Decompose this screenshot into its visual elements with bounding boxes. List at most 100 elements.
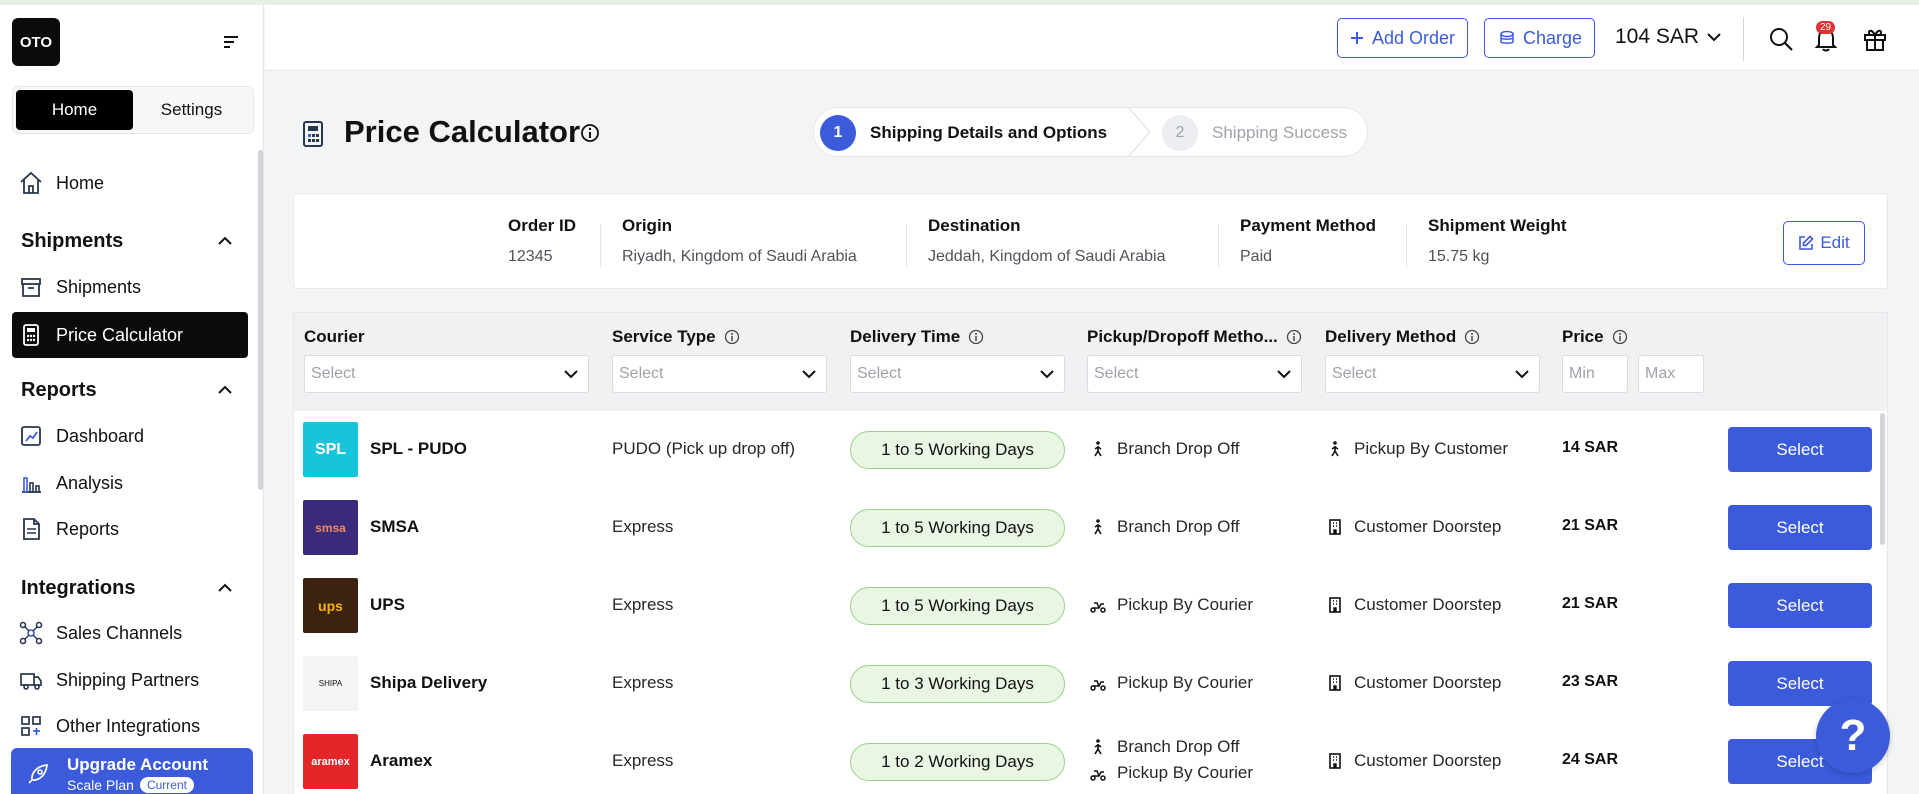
- walking-person-icon: [1331, 441, 1339, 457]
- sidebar-item-label: Dashboard: [56, 425, 145, 446]
- oto-logo[interactable]: OTO: [12, 18, 60, 66]
- progress-stepper: 1 Shipping Details and Options 2 Shippin…: [813, 107, 1368, 157]
- building-icon: [1329, 753, 1341, 769]
- step-shipping-success[interactable]: 2 Shipping Success: [1162, 115, 1347, 151]
- sidebar-item-shipping-partners[interactable]: Shipping Partners: [12, 660, 248, 700]
- home-settings-switch: Home Settings: [12, 86, 254, 134]
- service-type: Express: [612, 673, 674, 692]
- home-icon: [20, 171, 42, 194]
- column-header-delivery-time: Delivery Time: [850, 327, 984, 347]
- tab-home[interactable]: Home: [16, 90, 133, 130]
- service-type: PUDO (Pick up drop off): [612, 439, 795, 458]
- section-title: Integrations: [21, 576, 136, 599]
- sidebar-item-label: Analysis: [56, 472, 124, 493]
- network-icon: [19, 621, 43, 645]
- courier-rates-table: Courier Service Type Delivery Time Picku…: [293, 312, 1888, 794]
- upgrade-account-button[interactable]: Upgrade Account Scale Plan Current: [11, 748, 253, 794]
- sidebar-item-label: Shipments: [56, 276, 142, 297]
- service-type: Express: [612, 751, 674, 770]
- coins-icon: [1500, 30, 1514, 44]
- field-label: Origin: [622, 216, 673, 235]
- column-header-price: Price: [1562, 327, 1628, 347]
- sidebar-item-other-integrations[interactable]: Other Integrations: [12, 706, 248, 746]
- delivery-method: Customer Doorstep: [1326, 673, 1501, 693]
- sidebar-item-home[interactable]: Home: [12, 163, 248, 203]
- info-icon[interactable]: [1286, 329, 1302, 345]
- sidebar-item-sales-channels[interactable]: Sales Channels: [12, 613, 248, 653]
- delivery-time-badge: 1 to 5 Working Days: [850, 587, 1065, 625]
- select-placeholder: Select: [1332, 365, 1377, 382]
- walking-person-icon: [1094, 739, 1102, 755]
- price-max-input[interactable]: [1638, 355, 1704, 393]
- price-value: 21 SAR: [1562, 517, 1619, 534]
- sidebar-item-price-calculator[interactable]: Price Calculator: [12, 312, 248, 358]
- wallet-balance-dropdown[interactable]: 104 SAR: [1615, 25, 1721, 49]
- chevron-down-icon: [564, 369, 578, 378]
- field-label: Order ID: [508, 216, 577, 235]
- edit-button[interactable]: Edit: [1783, 221, 1865, 265]
- search-icon[interactable]: [1767, 25, 1795, 53]
- step-shipping-details[interactable]: 1 Shipping Details and Options: [820, 115, 1107, 151]
- upgrade-title: Upgrade Account: [67, 755, 209, 774]
- delivery-method: Customer Doorstep: [1326, 517, 1501, 537]
- section-reports[interactable]: Reports: [21, 373, 233, 407]
- tab-settings[interactable]: Settings: [133, 90, 250, 130]
- delivery-method-filter-select[interactable]: Select: [1325, 355, 1540, 393]
- rocket-icon: [28, 764, 48, 784]
- service-type-filter-select[interactable]: Select: [612, 355, 827, 393]
- header-divider: [1743, 17, 1744, 61]
- section-title: Shipments: [21, 229, 124, 252]
- section-shipments[interactable]: Shipments: [21, 224, 233, 258]
- select-courier-button[interactable]: Select: [1728, 427, 1872, 472]
- sidebar-item-label: Sales Channels: [56, 622, 183, 643]
- price-min-input[interactable]: [1562, 355, 1628, 393]
- select-placeholder: Select: [857, 365, 902, 382]
- info-icon[interactable]: [968, 329, 984, 345]
- table-row: smsa SMSA Express 1 to 5 Working Days Br…: [294, 489, 1887, 567]
- plus-icon: [1351, 32, 1363, 44]
- sidebar-item-reports[interactable]: Reports: [12, 509, 248, 549]
- select-courier-button[interactable]: Select: [1728, 583, 1872, 628]
- pickup-method-filter-select[interactable]: Select: [1087, 355, 1302, 393]
- courier-filter-select[interactable]: Select: [304, 355, 589, 393]
- building-icon: [1329, 675, 1341, 691]
- ups-logo: ups: [303, 578, 358, 633]
- field-value: Paid: [1240, 248, 1273, 265]
- info-icon[interactable]: [580, 123, 600, 143]
- sidebar-item-label: Shipping Partners: [56, 669, 200, 690]
- table-row: SHIPA Shipa Delivery Express 1 to 3 Work…: [294, 645, 1887, 723]
- truck-icon: [20, 673, 42, 690]
- courier-name: UPS: [370, 595, 405, 614]
- chevron-down-icon: [802, 369, 816, 378]
- add-order-button[interactable]: Add Order: [1337, 18, 1469, 58]
- spl-logo: SPL: [303, 422, 358, 477]
- select-courier-button[interactable]: Select: [1728, 505, 1872, 550]
- building-icon: [1329, 519, 1341, 535]
- delivery-time-badge: 1 to 3 Working Days: [850, 665, 1065, 703]
- building-icon: [1329, 597, 1341, 613]
- help-button[interactable]: ?: [1816, 699, 1890, 773]
- sidebar-item-dashboard[interactable]: Dashboard: [12, 416, 248, 456]
- delivery-time-badge: 1 to 5 Working Days: [850, 509, 1065, 547]
- sidebar-item-analysis[interactable]: Analysis: [12, 463, 248, 503]
- field-value: 12345: [508, 248, 553, 265]
- info-icon[interactable]: [1612, 329, 1628, 345]
- delivery-time-filter-select[interactable]: Select: [850, 355, 1065, 393]
- section-title: Reports: [21, 378, 97, 401]
- table-row: aramex Aramex Express 1 to 2 Working Day…: [294, 723, 1887, 794]
- gift-icon[interactable]: [1861, 25, 1889, 53]
- charge-button[interactable]: Charge: [1484, 18, 1596, 58]
- sidebar-item-shipments[interactable]: Shipments: [12, 267, 248, 307]
- walking-person-icon: [1094, 519, 1102, 535]
- section-integrations[interactable]: Integrations: [21, 571, 233, 605]
- price-value: 21 SAR: [1562, 595, 1619, 612]
- info-icon[interactable]: [724, 329, 740, 345]
- column-header-pickup-method: Pickup/Dropoff Metho...: [1087, 327, 1302, 347]
- menu-collapse-icon[interactable]: [222, 35, 240, 49]
- price-value: 14 SAR: [1562, 439, 1619, 456]
- balance-value: 104 SAR: [1615, 25, 1700, 48]
- aramex-logo: aramex: [303, 734, 358, 789]
- step-label: Shipping Details and Options: [870, 123, 1108, 142]
- sidebar-scrollbar[interactable]: [258, 150, 263, 490]
- info-icon[interactable]: [1464, 329, 1480, 345]
